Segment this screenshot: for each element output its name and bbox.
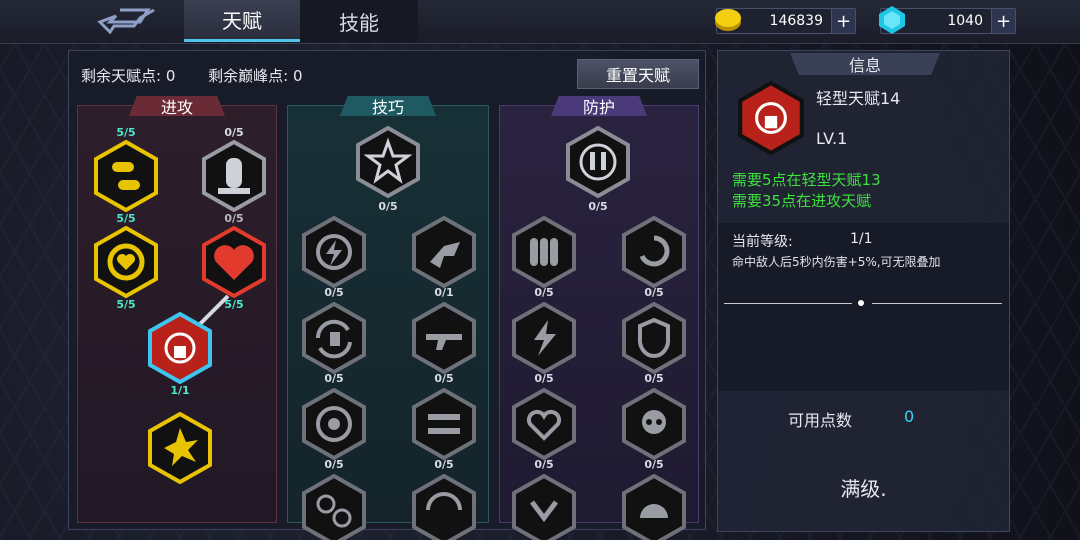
talent-level-label: 0/5 (644, 458, 664, 471)
armor-talent-icon[interactable] (508, 216, 580, 288)
current-level-label: 当前等级: (732, 234, 793, 250)
talent-name: 轻型天赋14 (816, 89, 901, 108)
talent-level-label: 0/5 (534, 458, 554, 471)
gem-counter: 1040 + (879, 6, 1016, 34)
heart-gear-talent-icon[interactable] (90, 226, 162, 298)
peak-points: 剩余巅峰点: 0 (208, 67, 303, 85)
talent-level-label: 0/5 (644, 286, 664, 299)
add-gem-button[interactable]: + (991, 9, 1015, 33)
dual-gun-talent-icon[interactable] (408, 388, 480, 460)
ammo-talent-icon[interactable] (198, 140, 270, 212)
target-talent-icon-selected[interactable] (144, 312, 216, 384)
shield-ammo-talent-icon[interactable] (562, 126, 634, 198)
defense-column-title: 防护 (551, 96, 647, 116)
gold-coin-icon (715, 9, 741, 31)
talent-level-label: 5/5 (116, 126, 136, 139)
helmet-talent-icon[interactable] (618, 474, 690, 540)
requirement-1: 需要5点在轻型天赋13 (732, 171, 881, 189)
gem-icon (879, 6, 905, 34)
add-gold-button[interactable]: + (831, 9, 855, 33)
talent-level-label: 0/5 (324, 286, 344, 299)
heart-talent-icon[interactable] (198, 226, 270, 298)
tab-skill[interactable]: 技能 (300, 0, 418, 42)
reload-talent-icon[interactable] (298, 302, 370, 374)
talent-level-label: 5/5 (116, 298, 136, 311)
game-screen: 天赋 技能 146839 + 1040 + 剩余天赋点: 0 剩余巅峰点: 0 … (0, 0, 1080, 540)
back-arrow-icon[interactable] (90, 6, 160, 36)
rifle-talent-icon[interactable] (408, 302, 480, 374)
swirl-talent-icon[interactable] (618, 216, 690, 288)
gears-talent-icon[interactable] (298, 474, 370, 540)
lightning-talent-icon[interactable] (298, 216, 370, 288)
talent-level-label: 0/5 (588, 200, 608, 213)
talent-points: 剩余天赋点: 0 (81, 67, 176, 85)
star-talent-icon[interactable] (352, 126, 424, 198)
reset-talent-button[interactable]: 重置天赋 (577, 59, 699, 89)
talent-level-label: 0/5 (434, 372, 454, 385)
talent-level-label: 0/5 (224, 126, 244, 139)
max-level-text: 满级. (840, 477, 887, 501)
talent-description: 命中敌人后5秒内伤害+5%,可无限叠加 (732, 255, 941, 269)
wheel-talent-icon[interactable] (298, 388, 370, 460)
talent-level-label: 0/5 (644, 372, 664, 385)
selected-talent-icon (738, 81, 804, 155)
talent-level-label: 5/5 (116, 212, 136, 225)
talent-level-label: 0/5 (224, 212, 244, 225)
talent-panel: 剩余天赋点: 0 剩余巅峰点: 0 重置天赋 进攻 5/5 0/5 5/5 0/… (68, 50, 706, 540)
talent-level-label: 0/5 (378, 200, 398, 213)
tab-talent[interactable]: 天赋 (184, 0, 300, 42)
info-panel: 信息 轻型天赋14 LV.1 需要5点在轻型天赋13 需要35点在进攻天赋 当前… (717, 50, 1010, 532)
gold-counter: 146839 + (715, 8, 856, 34)
shield-talent-icon[interactable] (618, 302, 690, 374)
shock-talent-icon[interactable] (508, 302, 580, 374)
skill-column: 技巧 0/5 0/5 0/1 0/5 0/5 0/5 0/5 (287, 96, 489, 540)
talent-level-label: 0/5 (534, 286, 554, 299)
talent-level-label: 0/5 (324, 372, 344, 385)
requirement-2: 需要35点在进攻天赋 (732, 192, 872, 210)
available-points-value: 0 (904, 407, 915, 426)
current-level-section: 当前等级: 1/1 命中敌人后5秒内伤害+5%,可无限叠加 (718, 223, 1009, 391)
current-level-value: 1/1 (850, 231, 873, 247)
talent-level-label: 0/1 (434, 286, 454, 299)
talent-level: LV.1 (816, 129, 848, 148)
talent-level-label: 0/5 (434, 458, 454, 471)
info-header: 信息 (790, 53, 940, 75)
divider-dot (858, 300, 864, 306)
heart-shield-talent-icon[interactable] (508, 388, 580, 460)
attack-column: 进攻 5/5 0/5 5/5 0/5 5/5 5/5 1/1 (77, 96, 277, 523)
divider-left (724, 303, 852, 304)
talent-level-label: 0/5 (534, 372, 554, 385)
defense-column: 防护 0/5 0/5 0/5 0/5 0/5 0/5 0/5 (499, 96, 699, 540)
bullets-talent-icon[interactable] (90, 140, 162, 212)
talent-level-label: 0/5 (324, 458, 344, 471)
skull-talent-icon[interactable] (618, 388, 690, 460)
explosion-talent-icon[interactable] (144, 412, 216, 484)
divider-right (872, 303, 1002, 304)
skill-column-title: 技巧 (340, 96, 436, 116)
talent-level-label: 5/5 (224, 298, 244, 311)
top-bar: 天赋 技能 146839 + 1040 + (0, 0, 1080, 44)
points-display: 剩余天赋点: 0 剩余巅峰点: 0 (81, 65, 331, 86)
talent-level-label: 1/1 (170, 384, 190, 397)
spin-gun-talent-icon[interactable] (408, 474, 480, 540)
turret-talent-icon[interactable] (408, 216, 480, 288)
chevron-shield-talent-icon[interactable] (508, 474, 580, 540)
available-points-label: 可用点数 (788, 411, 853, 430)
